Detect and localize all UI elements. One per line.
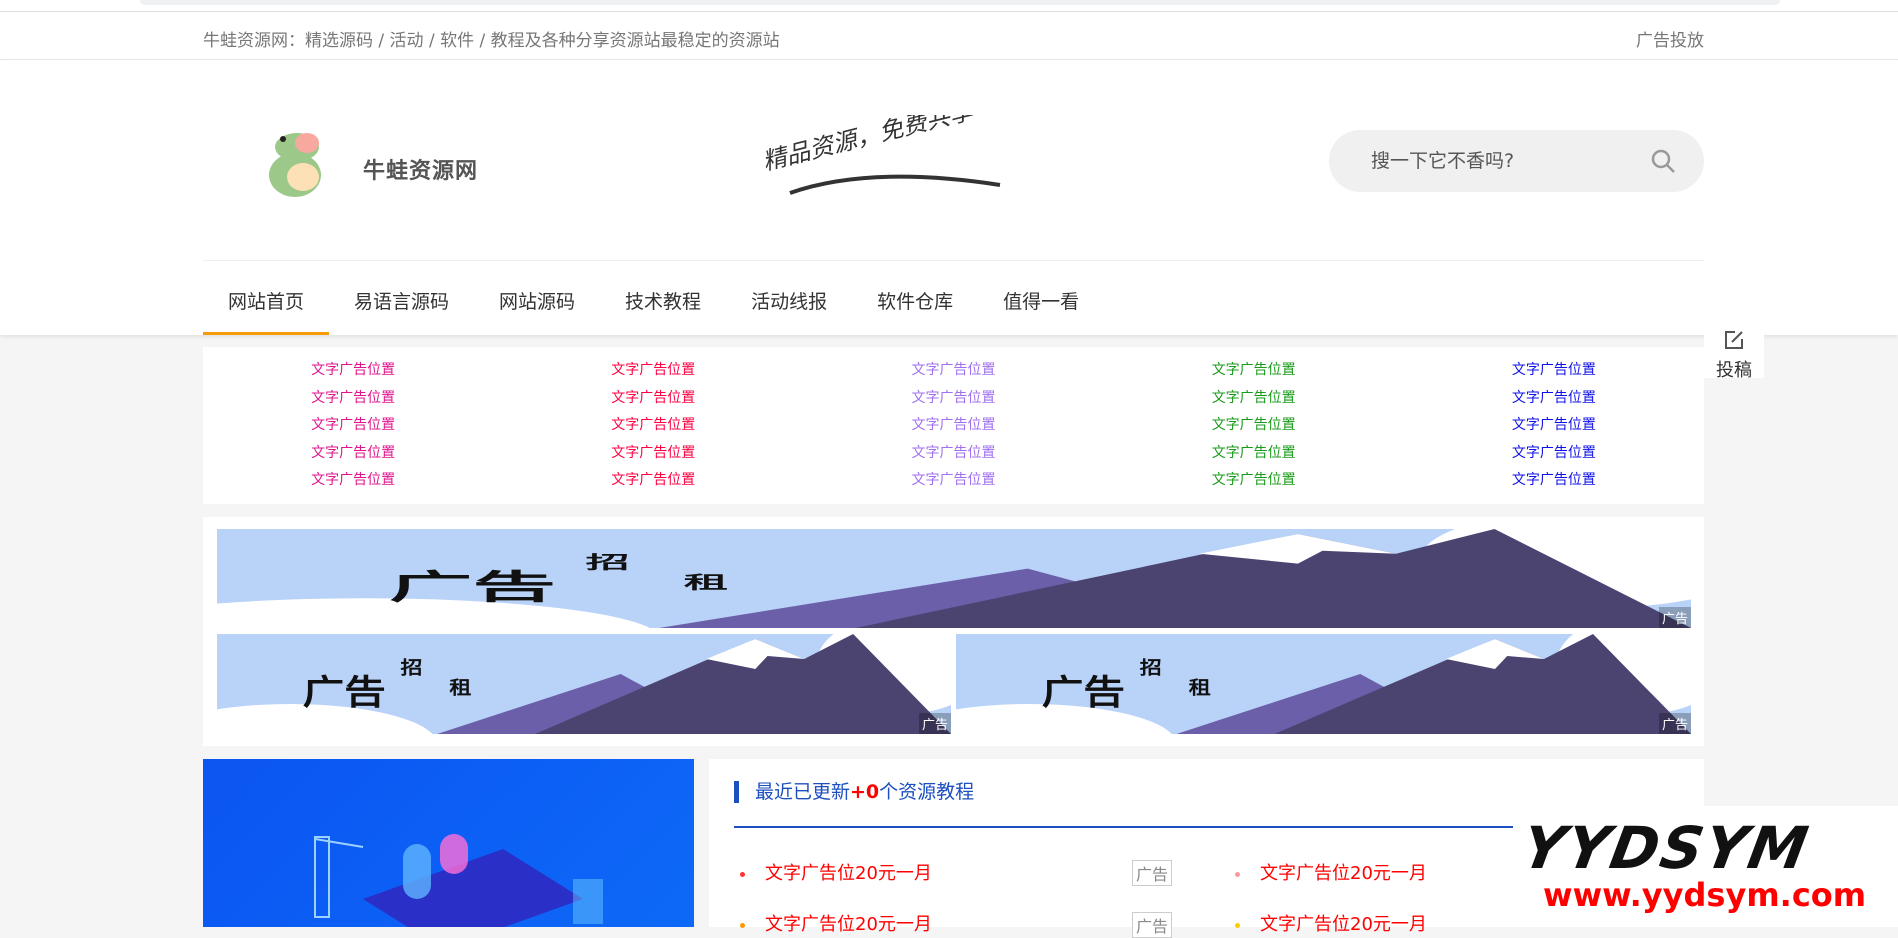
- item-text: 文字广告位20元一月: [1260, 863, 1427, 884]
- banner-word: 广告: [1042, 672, 1125, 712]
- text-ad-link[interactable]: 文字广告位置: [911, 470, 995, 498]
- text-ads-grid: 文字广告位置 文字广告位置 文字广告位置 文字广告位置 文字广告位置 文字广告位置 文字广告…: [203, 347, 1704, 504]
- banner-word: 招: [1140, 657, 1162, 678]
- text-ad-link[interactable]: 文字广告位置: [611, 470, 695, 498]
- watermark-url: www.yydsym.com: [1543, 876, 1867, 914]
- nav-tutorials[interactable]: 技术教程: [600, 275, 726, 335]
- text-ad-link[interactable]: 文字广告位置: [311, 415, 395, 443]
- slogan: 精品资源，免费共享: [760, 96, 1010, 200]
- text-ad-column: 文字广告位置 文字广告位置 文字广告位置 文字广告位置 文字广告位置: [1404, 360, 1704, 504]
- text-ad-link[interactable]: 文字广告位置: [1512, 443, 1596, 471]
- ad-placement-link[interactable]: 广告投放: [1636, 26, 1704, 51]
- banner-word: 租: [684, 571, 728, 592]
- text-ad-link[interactable]: 文字广告位置: [1512, 360, 1596, 388]
- title-prefix: 最近已更新: [755, 781, 851, 803]
- banner-graphic: 广告 招 租: [217, 634, 951, 734]
- banner-ad-wide[interactable]: 广告 招 租 广告: [217, 529, 1691, 628]
- logo-text: 牛蛙资源网: [363, 159, 479, 184]
- frog-icon: [269, 133, 321, 197]
- search-input[interactable]: [1371, 146, 1631, 176]
- text-ad-link[interactable]: 文字广告位置: [611, 415, 695, 443]
- banner-word: 租: [1189, 677, 1211, 698]
- text-ad-link[interactable]: 文字广告位置: [311, 443, 395, 471]
- text-ad-link[interactable]: 文字广告位置: [911, 388, 995, 416]
- list-item[interactable]: 文字广告位20元一月: [1235, 910, 1427, 936]
- nav-software[interactable]: 软件仓库: [852, 275, 978, 335]
- divider: [203, 260, 1704, 261]
- item-text: 文字广告位20元一月: [1260, 914, 1427, 935]
- text-ad-link[interactable]: 文字广告位置: [611, 360, 695, 388]
- ad-badge: 广告: [1658, 713, 1691, 734]
- banner-word: 广告: [389, 567, 556, 607]
- text-ad-link[interactable]: 文字广告位置: [1512, 388, 1596, 416]
- site-tagline: 牛蛙资源网：精选源码 / 活动 / 软件 / 教程及各种分享资源站最稳定的资源站: [203, 31, 780, 51]
- list-item[interactable]: 文字广告位20元一月: [740, 859, 932, 885]
- submit-label: 投稿: [1716, 360, 1752, 381]
- item-text: 文字广告位20元一月: [765, 863, 932, 884]
- update-count: +0: [850, 781, 880, 803]
- search-icon[interactable]: [1650, 148, 1676, 174]
- nav-activities[interactable]: 活动线报: [726, 275, 852, 335]
- isometric-illustration: [314, 834, 603, 938]
- submit-button[interactable]: 投稿: [1704, 317, 1764, 381]
- search-box: [1329, 130, 1704, 192]
- banner-word: 广告: [303, 672, 386, 712]
- text-ad-column: 文字广告位置 文字广告位置 文字广告位置 文字广告位置 文字广告位置: [1104, 360, 1404, 504]
- watermark-brand: YYDSYM: [1517, 814, 1815, 882]
- watermark: YYDSYM www.yydsym.com: [1513, 806, 1898, 927]
- text-ad-link[interactable]: 文字广告位置: [1212, 470, 1296, 498]
- bullet-icon: [740, 871, 745, 877]
- text-ad-link[interactable]: 文字广告位置: [1212, 415, 1296, 443]
- banner-ad-right[interactable]: 广告 招 租 广告: [956, 634, 1691, 734]
- bullet-icon: [1235, 871, 1240, 877]
- nav-home[interactable]: 网站首页: [203, 275, 330, 335]
- banner-word: 招: [586, 552, 630, 573]
- featured-image[interactable]: [203, 759, 694, 938]
- text-ad-link[interactable]: 文字广告位置: [1512, 470, 1596, 498]
- nav-yiyuyan-source[interactable]: 易语言源码: [329, 275, 474, 335]
- text-ad-column: 文字广告位置 文字广告位置 文字广告位置 文字广告位置 文字广告位置: [803, 360, 1103, 504]
- text-ad-link[interactable]: 文字广告位置: [311, 360, 395, 388]
- text-ad-link[interactable]: 文字广告位置: [611, 443, 695, 471]
- top-bar: 牛蛙资源网：精选源码 / 活动 / 软件 / 教程及各种分享资源站最稳定的资源站…: [0, 12, 1898, 60]
- text-ad-link[interactable]: 文字广告位置: [1212, 360, 1296, 388]
- text-ad-column: 文字广告位置 文字广告位置 文字广告位置 文字广告位置 文字广告位置: [503, 360, 803, 504]
- ad-badge: 广告: [1132, 860, 1173, 886]
- nav-website-source[interactable]: 网站源码: [474, 275, 600, 335]
- banner-ad-left[interactable]: 广告 招 租 广告: [217, 634, 951, 734]
- panel-title: 最近已更新+0个资源教程: [734, 781, 974, 803]
- site-logo[interactable]: 牛蛙资源网: [265, 125, 515, 200]
- ad-badge: 广告: [1132, 912, 1173, 938]
- text-ad-link[interactable]: 文字广告位置: [1212, 443, 1296, 471]
- text-ad-link[interactable]: 文字广告位置: [311, 470, 395, 498]
- text-ad-link[interactable]: 文字广告位置: [311, 388, 395, 416]
- text-ad-link[interactable]: 文字广告位置: [911, 360, 995, 388]
- slogan-text: 精品资源，免费共享: [760, 115, 979, 176]
- ad-badge: 广告: [1658, 607, 1691, 628]
- text-ad-link[interactable]: 文字广告位置: [911, 415, 995, 443]
- edit-icon: [1725, 331, 1743, 349]
- text-ad-link[interactable]: 文字广告位置: [1512, 415, 1596, 443]
- banner-word: 招: [401, 657, 423, 678]
- browser-bar: [0, 0, 1898, 12]
- text-ad-link[interactable]: 文字广告位置: [1212, 388, 1296, 416]
- list-item[interactable]: 文字广告位20元一月: [740, 910, 932, 936]
- banner-graphic: 广告 招 租: [956, 634, 1691, 734]
- text-ad-column: 文字广告位置 文字广告位置 文字广告位置 文字广告位置 文字广告位置: [203, 360, 503, 504]
- banner-ads: 广告 招 租 广告 广告 招 租 广告 广告 招 租 广告: [203, 517, 1704, 746]
- ad-badge: 广告: [918, 713, 951, 734]
- title-suffix: 个资源教程: [879, 781, 975, 803]
- text-ad-link[interactable]: 文字广告位置: [911, 443, 995, 471]
- text-ad-link[interactable]: 文字广告位置: [611, 388, 695, 416]
- nav-worth-seeing[interactable]: 值得一看: [978, 275, 1104, 335]
- banner-graphic: 广告 招 租: [217, 529, 1691, 628]
- item-text: 文字广告位20元一月: [765, 914, 932, 935]
- banner-word: 租: [449, 677, 471, 698]
- main-nav: 网站首页 易语言源码 网站源码 技术教程 活动线报 软件仓库 值得一看: [203, 275, 1104, 335]
- list-item[interactable]: 文字广告位20元一月: [1235, 859, 1427, 885]
